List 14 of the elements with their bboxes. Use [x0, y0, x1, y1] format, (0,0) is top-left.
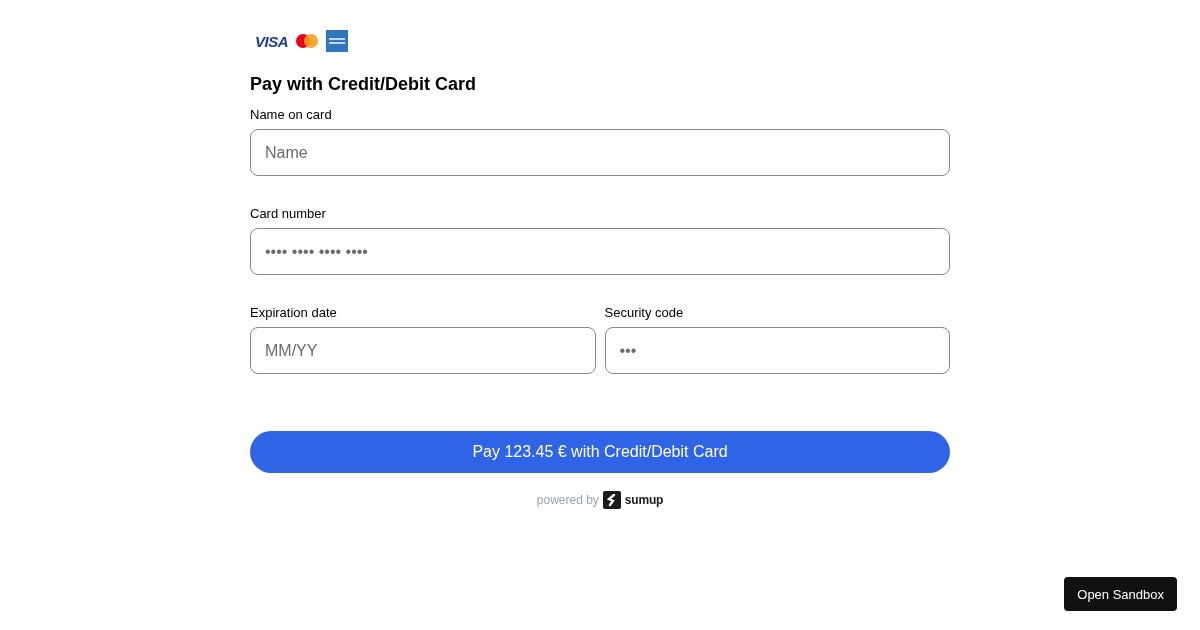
input-field[interactable]: MM/YY [250, 327, 596, 374]
pay-button[interactable]: Pay 123.45 € with Credit/Debit Card [250, 431, 950, 473]
field-label: Name on card [250, 107, 333, 123]
field-label: Card number [250, 206, 327, 222]
sumup-wordmark: sumup [624, 493, 664, 507]
input-field[interactable]: Name [250, 129, 950, 176]
field-label: Security code [604, 305, 685, 321]
form-title: Pay with Credit/Debit Card [250, 73, 478, 95]
visa-logo: VISA [255, 33, 288, 49]
field-label: Expiration date [250, 305, 338, 321]
powered-by-text: powered by [536, 493, 599, 507]
open-sandbox-button[interactable]: Open Sandbox [1064, 577, 1177, 611]
input-field[interactable]: •••• •••• •••• •••• [250, 228, 950, 275]
input-field[interactable]: ••• [604, 327, 950, 374]
